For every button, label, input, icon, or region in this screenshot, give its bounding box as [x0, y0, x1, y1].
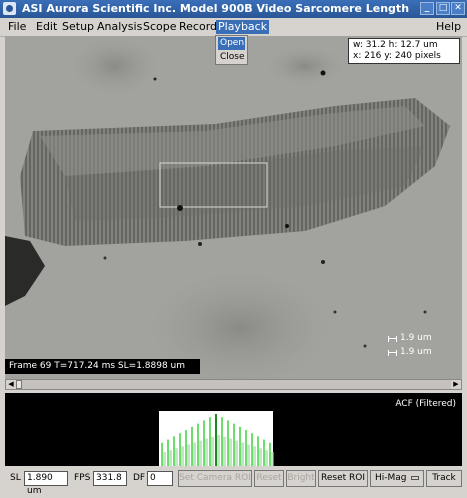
acf-spike-shade — [259, 448, 262, 466]
reset-button[interactable]: Reset — [254, 470, 284, 487]
fps-label: FPS — [74, 473, 91, 483]
menu-file[interactable]: File — [6, 20, 28, 34]
acf-spike-shade — [193, 442, 196, 466]
sl-value-field[interactable]: 1.890 um — [24, 471, 68, 496]
reset-roi-button[interactable]: Reset ROI — [318, 470, 368, 487]
horizontal-scrollbar[interactable]: ◀ ▶ — [5, 379, 462, 390]
df-label: DF — [133, 473, 146, 483]
acf-spike-shade — [181, 446, 184, 466]
playback-dropdown: Open Close — [215, 35, 248, 65]
bright-button[interactable]: Bright — [286, 470, 316, 487]
menu-setup[interactable]: Setup — [60, 20, 96, 34]
menu-help[interactable]: Help — [434, 20, 463, 34]
magnification-select[interactable]: Hi-Mag — [370, 470, 424, 487]
acf-spike-shade — [211, 436, 214, 466]
menu-edit[interactable]: Edit — [34, 20, 59, 34]
minimize-button[interactable]: _ — [420, 2, 434, 15]
track-button[interactable]: Track — [426, 470, 462, 487]
title-bar: ASI Aurora Scientific Inc. Model 900B Vi… — [0, 0, 467, 18]
acf-spike-shade — [169, 450, 172, 466]
scroll-left-arrow-icon[interactable]: ◀ — [6, 380, 16, 389]
roi-info-box: w: 31.2 h: 12.7 um x: 216 y: 240 pixels — [348, 38, 460, 64]
maximize-button[interactable]: □ — [436, 2, 450, 15]
df-value-field[interactable]: 0 — [147, 471, 173, 486]
acf-spike-shade — [253, 446, 256, 466]
scroll-thumb[interactable] — [16, 380, 22, 389]
menu-playback[interactable]: Playback — [216, 20, 270, 34]
acf-spike-shade — [229, 438, 232, 466]
acf-spike-shade — [223, 436, 226, 466]
roi-size-text: w: 31.2 h: 12.7 um — [353, 40, 438, 50]
dropdown-indicator-icon — [411, 476, 419, 480]
close-window-button[interactable]: ✕ — [451, 2, 465, 15]
roi-position-text: x: 216 y: 240 pixels — [353, 51, 441, 61]
window-title: ASI Aurora Scientific Inc. Model 900B Vi… — [22, 2, 410, 15]
acf-spike-shade — [163, 452, 166, 466]
menu-item-open[interactable]: Open — [218, 37, 245, 50]
image-viewport[interactable]: w: 31.2 h: 12.7 um x: 216 y: 240 pixels … — [5, 36, 462, 380]
acf-spike-shade — [199, 440, 202, 466]
control-strip: SL 1.890 um FPS 331.8 DF 0 Set Camera RO… — [0, 469, 467, 496]
scroll-right-arrow-icon[interactable]: ▶ — [451, 380, 461, 389]
menu-item-close[interactable]: Close — [218, 51, 245, 64]
acf-spike-shade — [187, 444, 190, 466]
sarcomere-scale-label-1: 1.9 um — [400, 333, 432, 343]
frame-status-bar: Frame 69 T=717.24 ms SL=1.8898 um — [5, 359, 200, 374]
acf-signal-plot — [159, 411, 274, 466]
menu-record[interactable]: Record — [177, 20, 219, 34]
acf-spike-shade — [241, 442, 244, 466]
acf-spike-shade — [247, 444, 250, 466]
acf-plot-panel: ACF (Filtered) — [5, 393, 462, 466]
acf-spike-shade — [205, 438, 208, 466]
sarcomere-scale-bar-2 — [388, 350, 397, 356]
acf-spike-shade — [217, 434, 220, 466]
magnification-value: Hi-Mag — [375, 473, 407, 483]
acf-spike-shade — [235, 440, 238, 466]
sarcomere-scale-bar-1 — [388, 336, 397, 342]
menu-analysis[interactable]: Analysis — [95, 20, 144, 34]
set-camera-roi-button[interactable]: Set Camera ROI — [178, 470, 252, 487]
sl-label: SL — [10, 473, 21, 483]
sarcomere-scale-label-2: 1.9 um — [400, 347, 432, 357]
cell-image — [5, 36, 462, 380]
acf-spike-shade — [265, 450, 268, 466]
acf-spike-shade — [175, 448, 178, 466]
menu-scope[interactable]: Scope — [141, 20, 179, 34]
fps-value-field[interactable]: 331.8 — [93, 471, 127, 486]
app-icon[interactable] — [3, 2, 16, 15]
acf-spike-shade — [271, 452, 274, 466]
